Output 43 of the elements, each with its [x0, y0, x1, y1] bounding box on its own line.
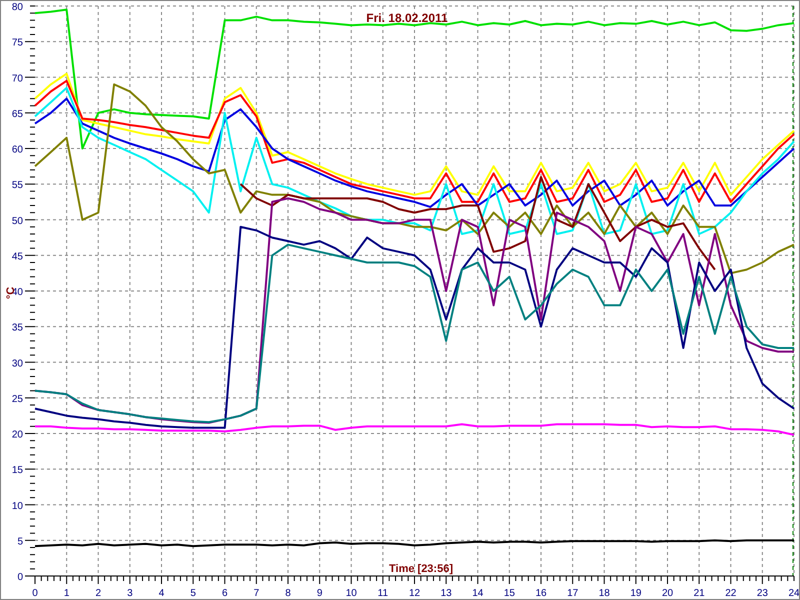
x-tick-label: 8: [285, 588, 291, 599]
x-tick-label: 1: [64, 588, 70, 599]
chart-title: Fri. 18.02.2011: [366, 11, 448, 25]
x-tick-label: 21: [694, 588, 705, 599]
x-tick-label: 20: [662, 588, 674, 599]
y-tick-label: 20: [12, 430, 23, 440]
x-tick-label: 3: [127, 588, 133, 599]
x-tick-label: 14: [472, 588, 484, 599]
y-tick-label: 25: [12, 394, 23, 405]
y-tick-label: 75: [12, 38, 23, 49]
x-tick-label: 6: [222, 588, 228, 599]
y-tick-label: 45: [12, 251, 23, 262]
x-tick-label: 7: [254, 588, 260, 599]
x-tick-label: 2: [95, 588, 102, 599]
y-tick-label: 50: [12, 216, 23, 227]
y-tick-label: 35: [12, 322, 23, 334]
x-tick-label: 13: [440, 588, 452, 599]
y-tick-label: 80: [12, 2, 23, 13]
x-tick-label: 4: [158, 588, 164, 599]
y-tick-label: 60: [12, 144, 23, 156]
x-tick-label: 22: [725, 588, 736, 599]
y-tick-label: 30: [12, 358, 23, 370]
y-tick-label: 65: [12, 108, 23, 120]
x-tick-label: 24: [788, 588, 799, 599]
x-tick-label: 18: [598, 588, 610, 599]
x-tick-label: 23: [756, 588, 768, 599]
x-tick-label: 17: [567, 588, 578, 599]
y-tick-label: 10: [12, 500, 23, 512]
x-tick-label: 15: [504, 588, 515, 599]
y-tick-label: 15: [12, 465, 23, 476]
x-tick-label: 12: [408, 588, 420, 599]
x-tick-label: 11: [378, 588, 388, 599]
x-tick-label: 16: [535, 588, 547, 599]
x-tick-label: 5: [190, 588, 196, 599]
y-tick-label: 0: [17, 572, 23, 583]
x-tick-label: 19: [630, 588, 642, 599]
x-tick-label: 0: [32, 588, 38, 599]
y-tick-label: 70: [12, 73, 23, 84]
x-tick-label: 9: [316, 588, 322, 599]
x-axis-label: Time [23:56]: [389, 563, 453, 575]
y-tick-label: 55: [12, 180, 23, 192]
y-tick-label: 5: [17, 536, 23, 548]
x-tick-label: 10: [346, 588, 357, 599]
